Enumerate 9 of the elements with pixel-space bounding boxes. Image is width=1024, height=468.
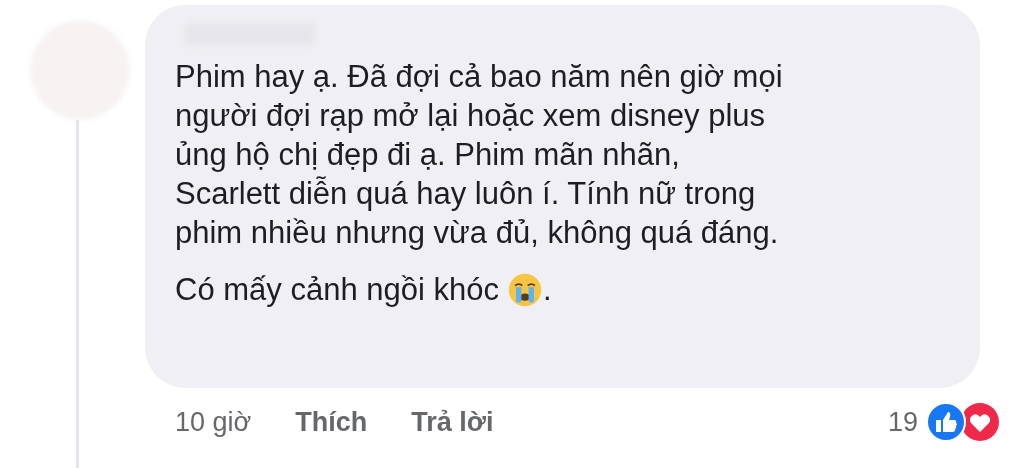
comment-text: . [542,271,552,309]
comment-text: Phim hay ạ. Đã đợi cả bao năm nên giờ mọi người đợi rạp mở lại hoặc xem disney plus ủng hộ chị đẹp đi ạ. Phim mãn nhãn, Scarlett diễn quá hay luôn í. Tính nữ trong phim nhiều nhưng vừa đủ, không quá đáng. [175,58,784,252]
like-link[interactable]: Thích [295,402,368,443]
reply-link[interactable]: Trả lời [411,402,494,443]
crying-face-icon [506,271,543,308]
thumbs-up-icon [926,402,966,443]
reaction-count: 19 [887,406,918,439]
timestamp: 10 giờ [175,406,252,439]
comment-text: Có mấy cảnh ngồi khóc [175,271,499,309]
